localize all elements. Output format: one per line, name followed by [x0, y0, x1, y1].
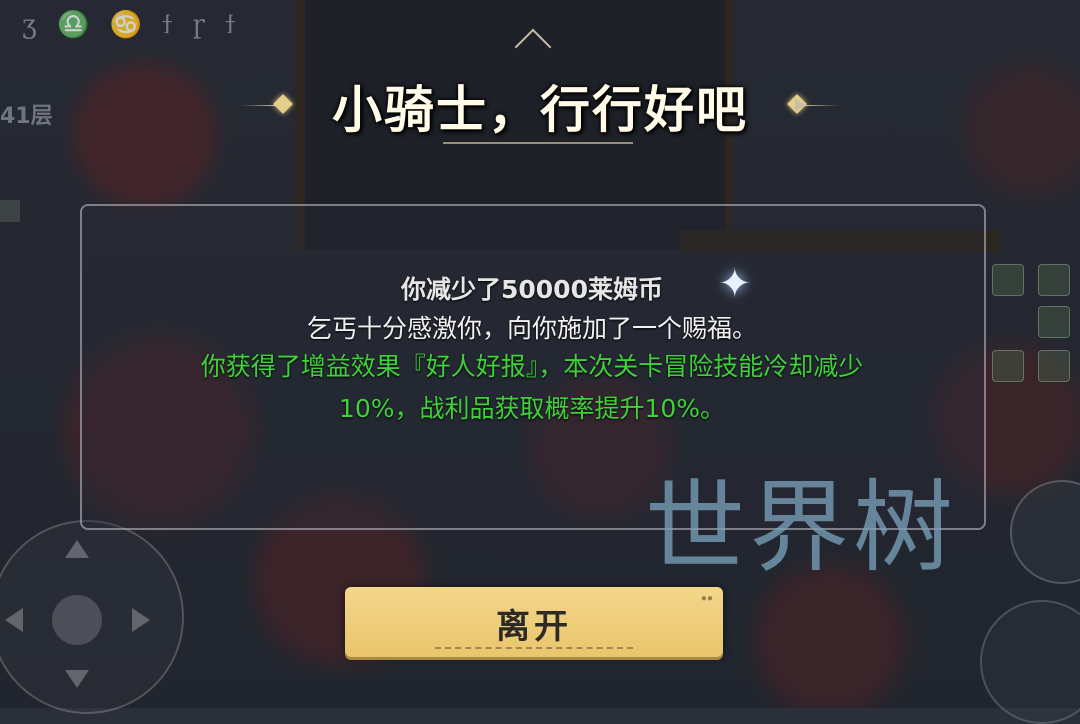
joystick-left-icon [5, 608, 23, 632]
leave-button[interactable]: ●● 离开 [345, 587, 723, 657]
left-hud-slot [0, 200, 20, 222]
skill-slot-3[interactable] [1038, 306, 1070, 338]
watermark-text: 世界树 [645, 469, 957, 586]
joystick-knob[interactable] [52, 595, 102, 645]
blessing-message: 乞丐十分感激你，向你施加了一个赐福。 [306, 314, 757, 343]
skill-slot-5[interactable] [1038, 350, 1070, 382]
coin-loss-message: 你减少了50000莱姆币 [401, 275, 663, 304]
sparkle-icon: ✦ [718, 261, 752, 307]
button-dashed-line [435, 647, 633, 649]
leave-button-label: 离开 [496, 608, 572, 646]
event-title-banner: 小骑士，行行好吧 [240, 60, 840, 150]
title-underline [443, 142, 633, 160]
top-status-glyphs: ʒ ♎ ♋ ϯ ɼ ϯ [22, 10, 242, 40]
title-line-right [805, 105, 840, 106]
buff-message-line-2: 10%，战利品获取概率提升10%。 [338, 394, 726, 423]
skill-slot-4[interactable] [992, 350, 1024, 382]
floor-label: 41层 [0, 104, 53, 129]
joystick-down-icon [65, 670, 89, 688]
joystick-right-icon [132, 608, 150, 632]
skill-slot-1[interactable] [992, 264, 1024, 296]
joystick-up-icon [65, 540, 89, 558]
buff-message-line-1: 你获得了增益效果『好人好报』，本次关卡冒险技能冷却减少 [200, 352, 864, 381]
skill-slot-2[interactable] [1038, 264, 1070, 296]
event-title: 小骑士，行行好吧 [332, 80, 748, 139]
title-arrow-right-icon [795, 98, 805, 112]
